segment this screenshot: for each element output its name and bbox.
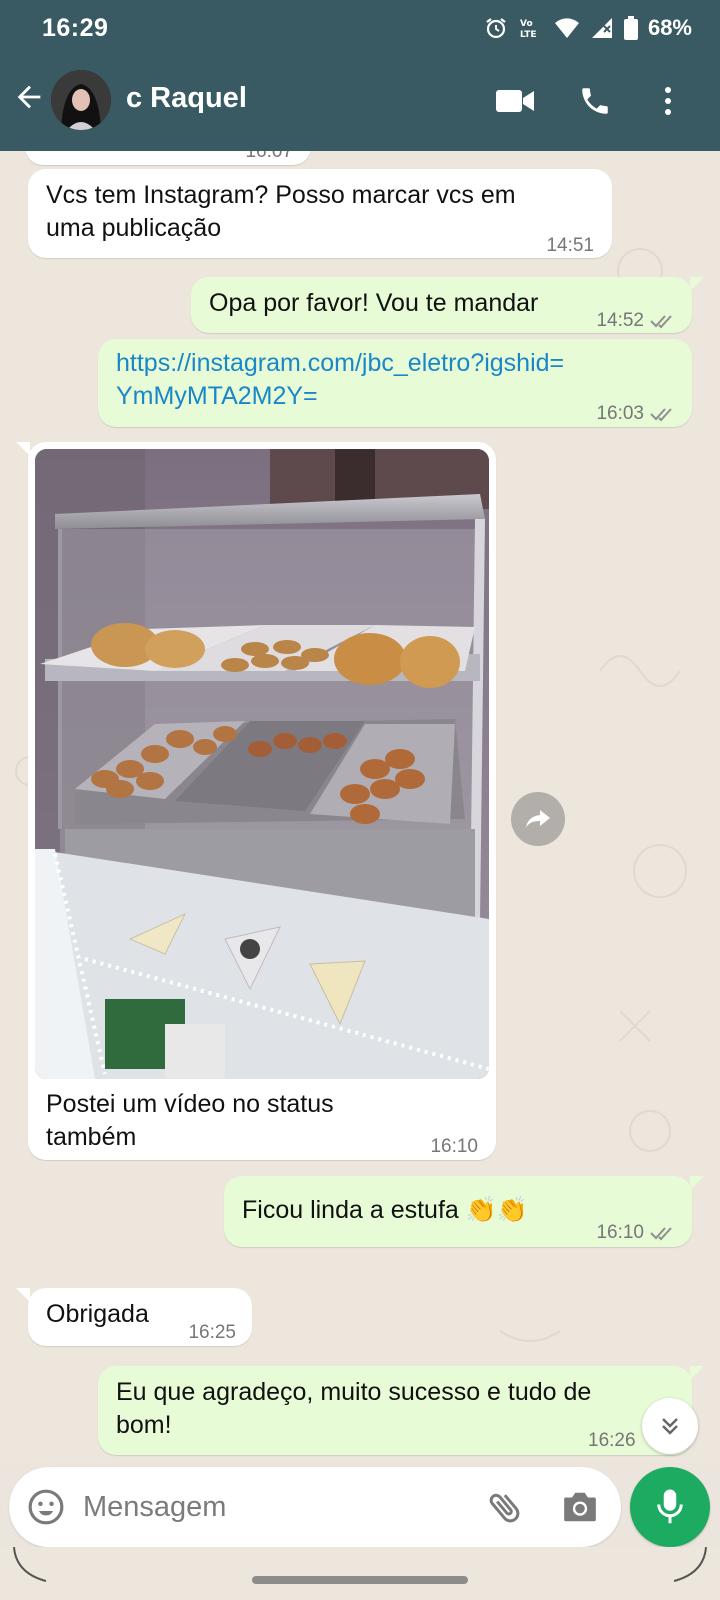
message-time: 16:03 [596, 403, 644, 424]
message-time: 16:26 [588, 1430, 636, 1451]
forward-icon [526, 810, 550, 828]
message-input[interactable] [83, 1485, 463, 1529]
message-bubble-outgoing[interactable]: Eu que agradeço, muito sucesso e tudo de… [98, 1366, 704, 1455]
bubble-tail [690, 277, 704, 291]
signal-icon [591, 18, 612, 38]
link-line: https://instagram.com/jbc_eletro?igshid= [116, 349, 565, 377]
message-time: 16:10 [430, 1136, 478, 1157]
volte-icon: VoLTE [520, 19, 537, 40]
camera-icon[interactable] [561, 1489, 599, 1525]
partial-message-bubble[interactable]: 16:07 [25, 151, 311, 165]
mic-button[interactable] [630, 1467, 710, 1547]
composer [9, 1467, 621, 1547]
message-line: bom! [116, 1411, 172, 1439]
message-line: Ficou linda a estufa [242, 1196, 459, 1224]
message-bubble-outgoing-link[interactable]: https://instagram.com/jbc_eletro?igshid=… [98, 339, 692, 427]
video-call-icon[interactable] [496, 88, 534, 114]
message-text: Ficou linda a estufa 👏👏 [242, 1193, 528, 1227]
message-bubble-incoming[interactable]: Vcs tem Instagram? Posso marcar vcs em u… [28, 169, 612, 258]
message-bubble-incoming[interactable]: Obrigada 16:25 [16, 1288, 252, 1346]
link-line: YmMyMTA2M2Y= [116, 382, 318, 410]
forward-button[interactable] [511, 792, 565, 846]
app-bar: 16:29 Vo LTE 68% c Raquel [0, 0, 720, 151]
message-meta: 14:52 [596, 304, 676, 337]
message-bubble-outgoing[interactable]: Opa por favor! Vou te mandar 14:52 [191, 277, 704, 333]
avatar[interactable] [51, 70, 111, 130]
status-bar: 16:29 Vo LTE 68% [0, 0, 720, 56]
chat-area[interactable]: 16:07 Vcs tem Instagram? Posso marcar vc… [0, 151, 720, 1463]
caption-line: Postei um vídeo no status [46, 1090, 334, 1118]
scroll-to-bottom-button[interactable] [642, 1398, 698, 1454]
battery-percent: 68% [647, 15, 692, 40]
caption-line: também [46, 1123, 137, 1151]
emoji-icon[interactable] [27, 1488, 65, 1526]
read-ticks-icon [650, 407, 672, 421]
svg-text:Vo: Vo [520, 19, 533, 29]
shared-photo[interactable] [35, 449, 489, 1079]
contact-name[interactable]: c Raquel [126, 82, 247, 115]
bubble-tail [16, 1288, 30, 1302]
read-ticks-icon [650, 1226, 672, 1240]
image-caption: Postei um vídeo no status também [46, 1088, 334, 1154]
more-vert-icon[interactable] [656, 84, 680, 118]
status-time: 16:29 [42, 14, 109, 42]
message-time: 14:52 [596, 310, 644, 331]
message-line: Eu que agradeço, muito sucesso e tudo de [116, 1378, 592, 1406]
attach-icon[interactable] [485, 1487, 525, 1527]
message-text: Opa por favor! Vou te mandar [209, 289, 539, 317]
avatar-image [51, 70, 111, 130]
bubble-tail [690, 1176, 704, 1190]
read-ticks-icon [650, 314, 672, 328]
message-meta: 16:10 [596, 1216, 676, 1249]
message-line: Vcs tem Instagram? Posso marcar vcs em [46, 181, 516, 209]
message-line: uma publicação [46, 214, 222, 242]
double-chevron-down-icon [662, 1418, 678, 1435]
message-time: 14:51 [546, 235, 594, 256]
corner-gesture-right [673, 1547, 707, 1582]
system-nav-bar [0, 1547, 720, 1600]
message-link[interactable]: https://instagram.com/jbc_eletro?igshid=… [116, 347, 564, 413]
message-text: Eu que agradeço, muito sucesso e tudo de… [116, 1376, 591, 1442]
mic-icon [657, 1489, 683, 1524]
message-bubble-incoming-image[interactable]: Postei um vídeo no status também 16:10 [16, 442, 496, 1160]
chat-header: c Raquel [0, 60, 720, 150]
message-text: Obrigada [46, 1300, 149, 1328]
clapping-emoji: 👏👏 [465, 1195, 529, 1224]
message-bubble-outgoing[interactable]: Ficou linda a estufa 👏👏 16:10 [224, 1176, 704, 1249]
status-icons: Vo LTE 68% [484, 14, 692, 42]
message-time: 16:07 [245, 151, 293, 162]
voice-call-icon[interactable] [578, 84, 612, 118]
bubble-tail [16, 442, 30, 456]
corner-gesture-left [13, 1547, 47, 1582]
message-time: 16:25 [188, 1322, 236, 1343]
message-time: 16:10 [596, 1222, 644, 1243]
alarm-icon [486, 18, 506, 39]
back-arrow-icon[interactable] [12, 80, 46, 114]
bubble-tail [690, 1366, 704, 1380]
wifi-icon [554, 18, 579, 38]
svg-text:LTE: LTE [520, 30, 537, 40]
message-text: Vcs tem Instagram? Posso marcar vcs em u… [46, 179, 516, 245]
home-gesture-pill[interactable] [252, 1576, 468, 1584]
battery-icon [623, 16, 638, 40]
bakery-display-image [35, 449, 489, 1079]
message-meta: 16:03 [596, 397, 676, 430]
